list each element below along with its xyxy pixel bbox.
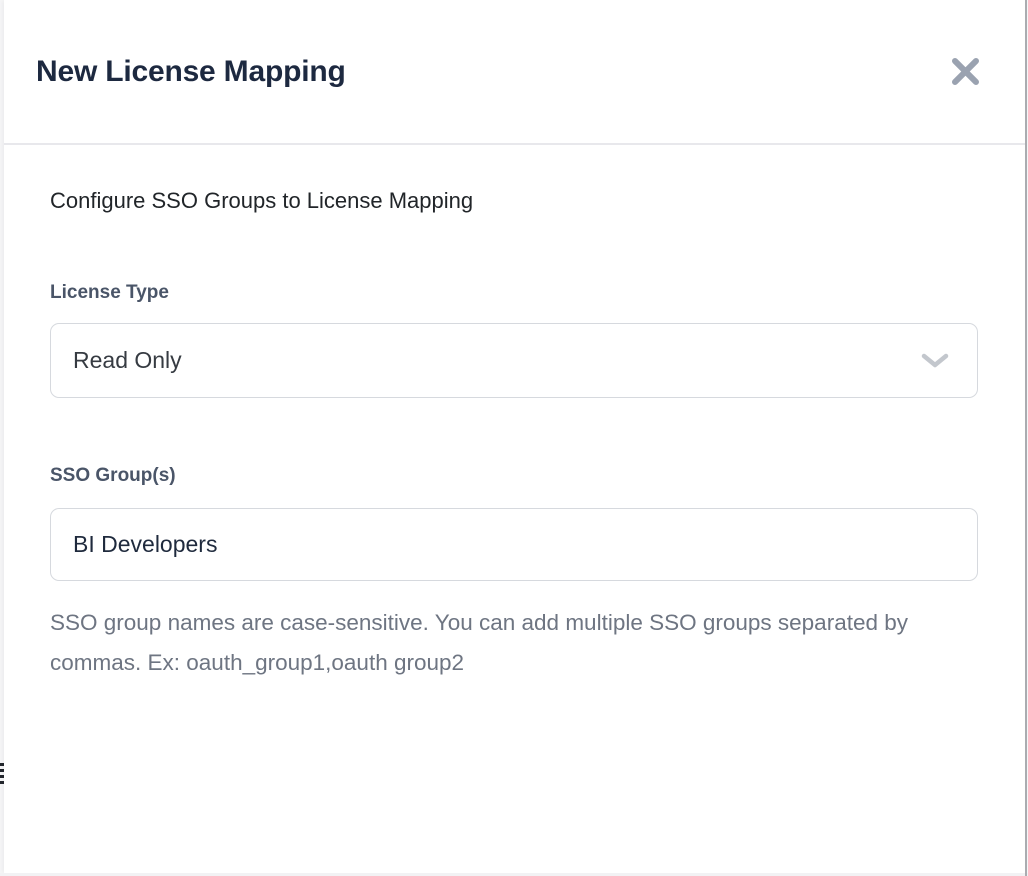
sso-groups-help-text: SSO group names are case-sensitive. You … [50, 603, 930, 683]
dialog-body: Configure SSO Groups to License Mapping … [4, 145, 1025, 683]
window-right-edge [1025, 0, 1027, 876]
sso-groups-input[interactable] [50, 508, 978, 581]
screen: New License Mapping Configure SSO Groups… [0, 0, 1028, 876]
license-type-selected-value: Read Only [73, 347, 182, 374]
license-type-select[interactable]: Read Only [50, 323, 978, 398]
x-icon [950, 75, 981, 90]
dialog-header: New License Mapping [4, 0, 1025, 145]
new-license-mapping-dialog: New License Mapping Configure SSO Groups… [4, 0, 1025, 873]
config-description: Configure SSO Groups to License Mapping [50, 187, 979, 215]
license-type-label: License Type [50, 281, 979, 305]
dialog-title: New License Mapping [36, 55, 346, 89]
chevron-down-icon [921, 353, 949, 369]
sso-groups-label: SSO Group(s) [50, 464, 979, 488]
close-button[interactable] [946, 52, 985, 91]
